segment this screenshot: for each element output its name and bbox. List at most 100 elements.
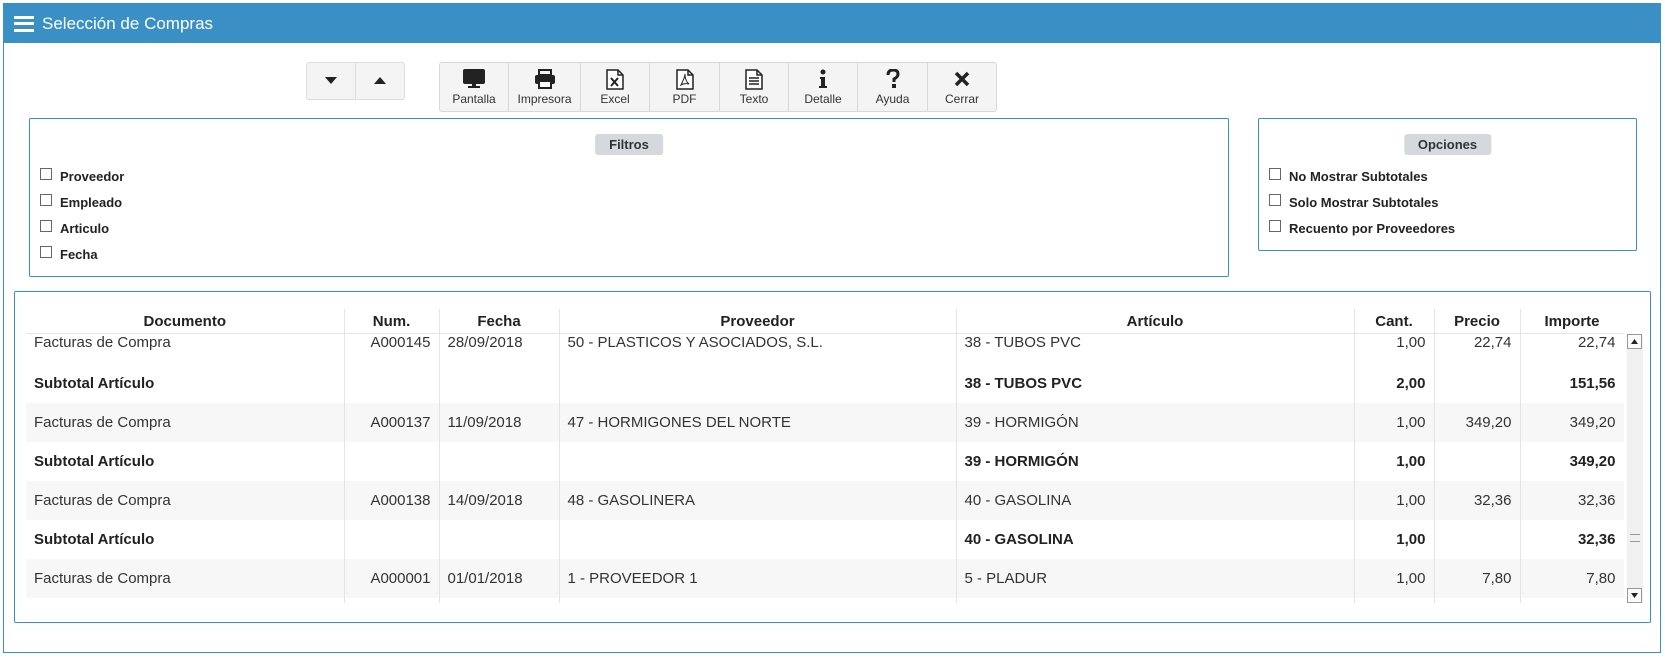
cell-fecha — [439, 364, 560, 403]
cell-articulo: 39 - HORMIGÓN — [956, 442, 1355, 481]
col-header-cant[interactable]: Cant. — [1354, 309, 1435, 334]
filter-proveedor[interactable]: Proveedor — [40, 168, 125, 184]
filter-empleado-checkbox[interactable] — [40, 194, 52, 206]
cell-proveedor: 1 - PROVEEDOR 1 — [559, 559, 957, 598]
text-file-icon — [745, 68, 763, 90]
filter-fecha-checkbox[interactable] — [40, 246, 52, 258]
caret-down-icon — [325, 77, 337, 84]
table-row[interactable]: Facturas de Compra A000137 11/09/2018 47… — [26, 403, 1624, 442]
question-icon — [886, 68, 900, 90]
cell-importe: 7,80 — [1520, 559, 1624, 598]
help-button[interactable]: Ayuda — [857, 63, 927, 111]
move-down-button[interactable] — [307, 63, 355, 99]
table-row[interactable]: Facturas de Compra A000138 14/09/2018 48… — [26, 481, 1624, 520]
excel-icon — [606, 68, 624, 90]
cell-articulo: 40 - GASOLINA — [956, 481, 1355, 520]
cell-importe: 32,36 — [1520, 481, 1624, 520]
subtotal-row[interactable]: Subtotal Artículo 40 - GASOLINA 1,00 32,… — [26, 520, 1624, 559]
options-title: Opciones — [1403, 134, 1492, 155]
cell-precio: 32,36 — [1434, 481, 1521, 520]
cell-precio — [1434, 364, 1521, 403]
pdf-icon — [675, 68, 694, 90]
cell-num — [344, 520, 440, 559]
col-header-fecha[interactable]: Fecha — [439, 309, 560, 334]
close-label: Cerrar — [944, 92, 979, 106]
help-label: Ayuda — [875, 92, 910, 106]
pdf-label: PDF — [672, 92, 697, 106]
scroll-down-button[interactable] — [1627, 588, 1642, 603]
subtotal-row[interactable]: Subtotal Artículo 38 - TUBOS PVC 2,00 15… — [26, 364, 1624, 403]
option-no-subtotals[interactable]: No Mostrar Subtotales — [1269, 168, 1428, 184]
info-icon — [818, 68, 828, 90]
printer-button[interactable]: Impresora — [508, 63, 580, 111]
option-only-subtotals-checkbox[interactable] — [1269, 194, 1281, 206]
filters-panel: Filtros Proveedor Empleado Articulo Fech… — [29, 118, 1229, 277]
cell-proveedor: 47 - HORMIGONES DEL NORTE — [559, 403, 957, 442]
col-header-documento[interactable]: Documento — [26, 309, 345, 334]
option-only-subtotals-label: Solo Mostrar Subtotales — [1289, 195, 1439, 210]
table-row[interactable] — [26, 598, 1624, 603]
option-count-suppliers-checkbox[interactable] — [1269, 220, 1281, 232]
move-up-button[interactable] — [355, 63, 404, 99]
cell-fecha: 28/09/2018 — [439, 333, 560, 364]
cell-num — [344, 442, 440, 481]
screen-button[interactable]: Pantalla — [440, 63, 508, 111]
window-title: Selección de Compras — [42, 13, 214, 33]
cell-proveedor: 50 - PLASTICOS Y ASOCIADOS, S.L. — [559, 333, 957, 364]
printer-label: Impresora — [517, 92, 572, 106]
cell-precio: 349,20 — [1434, 403, 1521, 442]
option-no-subtotals-checkbox[interactable] — [1269, 168, 1281, 180]
cell-precio: 22,74 — [1434, 333, 1521, 364]
cell-documento: Subtotal Artículo — [26, 520, 345, 559]
close-button[interactable]: Cerrar — [927, 63, 996, 111]
window-titlebar: Selección de Compras — [4, 4, 1660, 43]
cell-articulo: 38 - TUBOS PVC — [956, 333, 1355, 364]
subtotal-row[interactable]: Subtotal Artículo 39 - HORMIGÓN 1,00 349… — [26, 442, 1624, 481]
filters-title: Filtros — [595, 134, 663, 155]
col-header-articulo[interactable]: Artículo — [956, 309, 1355, 334]
filter-proveedor-checkbox[interactable] — [40, 168, 52, 180]
filter-articulo[interactable]: Articulo — [40, 220, 110, 236]
table-row[interactable]: Facturas de Compra A000145 28/09/2018 50… — [26, 333, 1624, 364]
close-icon — [954, 68, 970, 90]
option-only-subtotals[interactable]: Solo Mostrar Subtotales — [1269, 194, 1439, 210]
cell-cant: 1,00 — [1354, 559, 1435, 598]
filter-articulo-label: Articulo — [60, 221, 110, 236]
filter-proveedor-label: Proveedor — [60, 169, 125, 184]
pdf-button[interactable]: PDF — [649, 63, 719, 111]
col-header-num[interactable]: Num. — [344, 309, 440, 334]
filter-empleado-label: Empleado — [60, 195, 123, 210]
scroll-up-button[interactable] — [1627, 334, 1642, 349]
output-toolbar: Pantalla Impresora Excel PDF Texto Detal… — [439, 62, 997, 112]
printer-icon — [534, 68, 556, 90]
cell-documento: Facturas de Compra — [26, 481, 345, 520]
scrollbar-thumb[interactable] — [1630, 534, 1640, 542]
cell-precio: 7,80 — [1434, 559, 1521, 598]
col-header-importe[interactable]: Importe — [1520, 309, 1624, 334]
vertical-scrollbar[interactable] — [1627, 334, 1643, 603]
cell-importe: 22,74 — [1520, 333, 1624, 364]
caret-up-icon — [374, 77, 386, 84]
filter-empleado[interactable]: Empleado — [40, 194, 123, 210]
cell-articulo: 39 - HORMIGÓN — [956, 403, 1355, 442]
detail-button[interactable]: Detalle — [788, 63, 857, 111]
cell-num — [344, 598, 440, 603]
cell-cant: 2,00 — [1354, 364, 1435, 403]
cell-proveedor: 48 - GASOLINERA — [559, 481, 957, 520]
cell-cant: 1,00 — [1354, 520, 1435, 559]
table-header-row: Documento Num. Fecha Proveedor Artículo … — [26, 309, 1624, 334]
text-button[interactable]: Texto — [719, 63, 788, 111]
col-header-proveedor[interactable]: Proveedor — [559, 309, 957, 334]
cell-num: A000137 — [344, 403, 440, 442]
cell-num — [344, 364, 440, 403]
filter-articulo-checkbox[interactable] — [40, 220, 52, 232]
excel-button[interactable]: Excel — [580, 63, 649, 111]
list-icon — [14, 15, 34, 32]
filter-fecha[interactable]: Fecha — [40, 246, 98, 262]
cell-fecha — [439, 598, 560, 603]
col-header-precio[interactable]: Precio — [1434, 309, 1521, 334]
option-count-suppliers[interactable]: Recuento por Proveedores — [1269, 220, 1456, 236]
cell-proveedor — [559, 598, 957, 603]
option-count-suppliers-label: Recuento por Proveedores — [1289, 221, 1456, 236]
table-row[interactable]: Facturas de Compra A000001 01/01/2018 1 … — [26, 559, 1624, 598]
